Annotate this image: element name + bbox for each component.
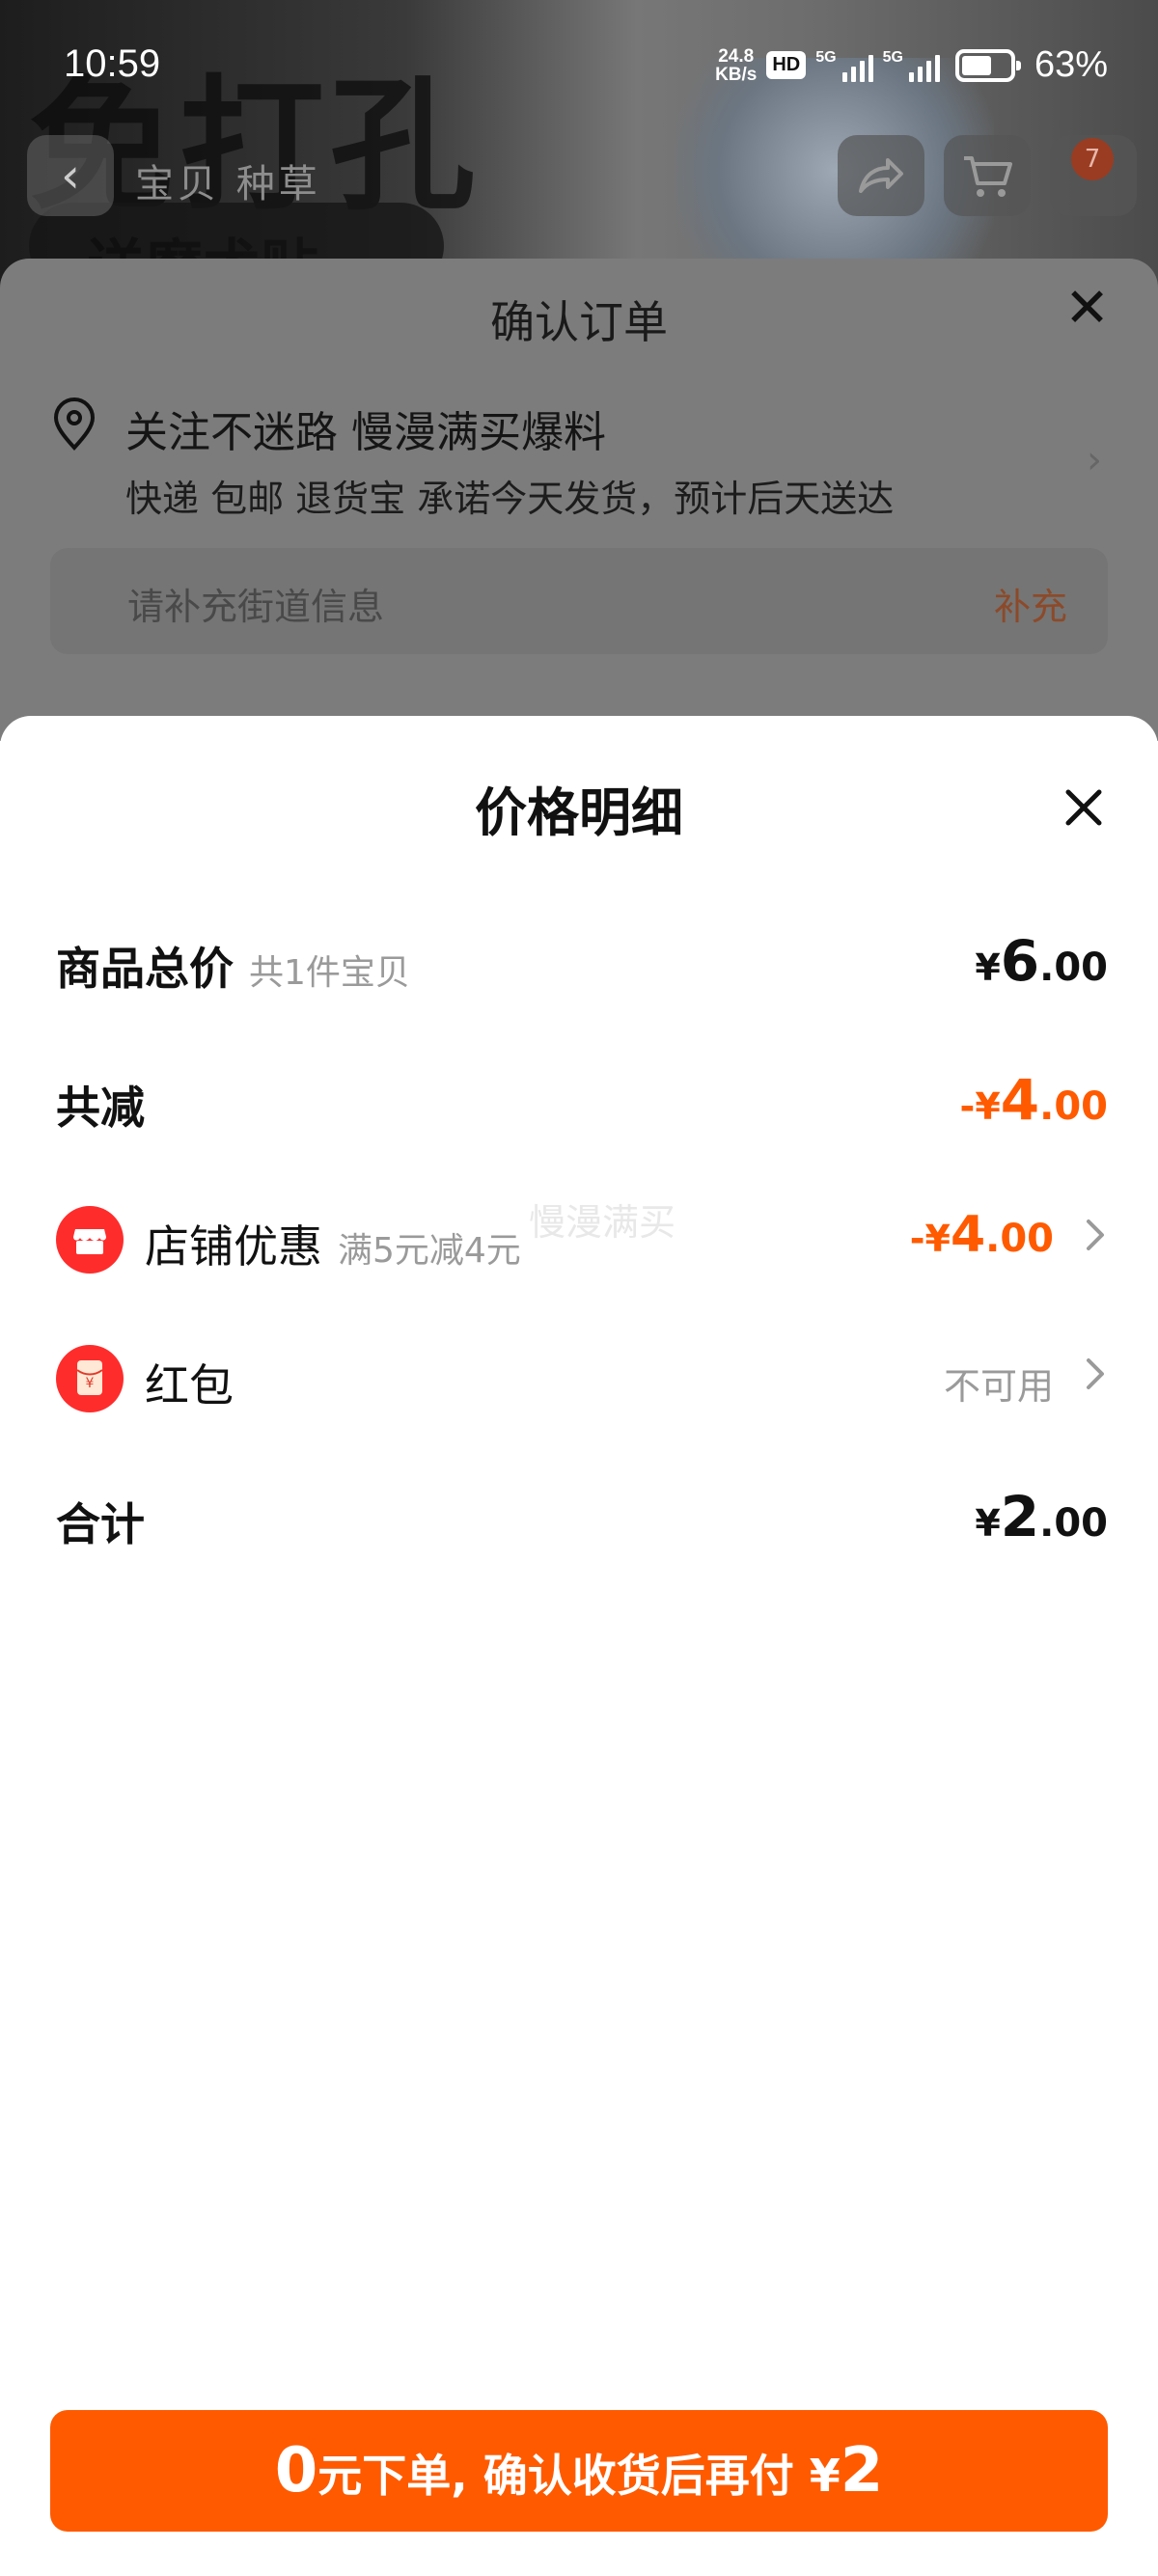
- signal-label-2: 5G: [882, 48, 903, 66]
- order-title: 确认订单: [490, 296, 668, 348]
- minus-sign: -: [909, 1218, 925, 1260]
- hd-icon: HD: [766, 51, 807, 79]
- sheet-title: 价格明细: [475, 782, 683, 843]
- price-row-red-packet[interactable]: ¥ 红包 不可用: [56, 1333, 1108, 1420]
- currency-symbol: ¥: [975, 1502, 1001, 1545]
- amount-int: 6: [1000, 928, 1040, 994]
- price-row-total: 合计 ¥2.00: [56, 1472, 1108, 1559]
- status-bar: 10:59 24.8 KB/s HD 5G 5G 63%: [0, 0, 1158, 125]
- address-detail: 快递 包邮 退货宝 承诺今天发货，预计后天送达: [125, 478, 895, 520]
- currency-symbol: ¥: [975, 946, 1001, 989]
- currency-symbol: ¥: [924, 1218, 951, 1260]
- supplement-button[interactable]: 补充: [994, 577, 1067, 630]
- amount-dot: .: [1039, 1084, 1055, 1129]
- address-name[interactable]: 关注不迷路 慢漫满买爆料: [125, 397, 606, 459]
- row-amount: -¥4.00: [960, 1067, 1108, 1133]
- status-time: 10:59: [64, 42, 161, 85]
- price-row-store-coupon[interactable]: 店铺优惠 满5元减4元 慢漫满买 -¥4.00: [56, 1194, 1108, 1281]
- amount-int: 4: [1000, 1067, 1040, 1133]
- cart-badge: 7: [1071, 138, 1114, 180]
- signal-icon: 5G: [815, 48, 873, 82]
- cta-zero: 0: [274, 2435, 318, 2507]
- amount-dot: .: [1039, 945, 1055, 990]
- battery-percent: 63%: [1034, 44, 1108, 85]
- row-label: 店铺优惠 满5元减4元: [145, 1212, 521, 1275]
- street-placeholder: 请补充街道信息: [127, 586, 385, 628]
- chevron-right-icon[interactable]: ›: [1087, 438, 1102, 482]
- signal-label: 5G: [815, 48, 837, 66]
- signal-icon-2: 5G: [883, 49, 940, 82]
- cart-icon[interactable]: [944, 135, 1031, 216]
- store-icon: [56, 1206, 124, 1274]
- amount-dot: .: [1039, 1501, 1055, 1546]
- close-icon[interactable]: ✕: [1064, 282, 1110, 336]
- confirm-order-sheet: 确认订单 ✕ 关注不迷路 慢漫满买爆料 快递 包邮 退货宝 承诺今天发货，预计后…: [0, 259, 1158, 741]
- amount-dec: 00: [1054, 945, 1108, 990]
- minus-sign: -: [959, 1085, 976, 1128]
- close-icon[interactable]: [1060, 783, 1108, 832]
- street-info-field[interactable]: 请补充街道信息 补充: [50, 548, 1108, 654]
- amount-dot: .: [985, 1217, 1001, 1261]
- price-detail-sheet: 价格明细 商品总价 共1件宝贝 ¥6.00 共减 -¥4.00 店铺优惠 满5元减4…: [0, 716, 1158, 2576]
- row-label-text: 商品总价: [56, 943, 234, 995]
- status-text: 不可用: [943, 1365, 1054, 1408]
- row-label: 合计: [56, 1498, 145, 1550]
- row-sub: 共1件宝贝: [249, 953, 410, 993]
- watermark: 慢漫满买: [529, 1201, 676, 1244]
- price-row-total-discount: 共减 -¥4.00: [56, 1055, 1108, 1142]
- row-amount: ¥6.00: [975, 928, 1108, 994]
- cta-amount: 2: [840, 2435, 884, 2507]
- chevron-right-icon[interactable]: [1083, 1216, 1108, 1254]
- amount-dec: 00: [1000, 1217, 1054, 1261]
- network-speed: 24.8 KB/s: [715, 47, 757, 84]
- product-nav-bar: ‹ 宝贝 种草 • 7: [0, 135, 1158, 232]
- share-icon[interactable]: [838, 135, 924, 216]
- amount-dec: 00: [1054, 1084, 1108, 1129]
- row-label-text: 店铺优惠: [145, 1220, 322, 1273]
- row-label: 商品总价 共1件宝贝: [56, 934, 410, 998]
- svg-text:¥: ¥: [86, 1376, 95, 1391]
- row-amount: ¥2.00: [975, 1484, 1108, 1549]
- network-speed-value: 24.8: [718, 45, 755, 67]
- cta-currency: ¥: [809, 2450, 841, 2502]
- battery-icon: [954, 48, 1021, 82]
- amount-int: 4: [950, 1206, 986, 1264]
- row-amount: -¥4.00: [910, 1206, 1054, 1264]
- location-pin-icon: [53, 397, 96, 451]
- red-packet-icon: ¥: [56, 1345, 124, 1412]
- network-speed-unit: KB/s: [715, 64, 758, 85]
- status-indicators: 24.8 KB/s HD 5G 5G 63%: [715, 44, 1108, 86]
- row-label: 红包: [145, 1359, 234, 1411]
- chevron-right-icon[interactable]: [1083, 1355, 1108, 1393]
- row-label: 共减: [56, 1082, 145, 1134]
- amount-int: 2: [1000, 1484, 1040, 1549]
- cta-text: 元下单, 确认收货后再付: [317, 2450, 810, 2502]
- currency-symbol: ¥: [975, 1085, 1001, 1128]
- amount-dec: 00: [1054, 1501, 1108, 1546]
- row-sub: 满5元减4元: [338, 1231, 521, 1271]
- back-button[interactable]: ‹: [27, 135, 114, 216]
- product-tabs[interactable]: 宝贝 种草: [135, 152, 321, 208]
- place-order-button[interactable]: 0元下单, 确认收货后再付 ¥2: [50, 2410, 1108, 2532]
- price-row-total-goods: 商品总价 共1件宝贝 ¥6.00: [56, 917, 1108, 1003]
